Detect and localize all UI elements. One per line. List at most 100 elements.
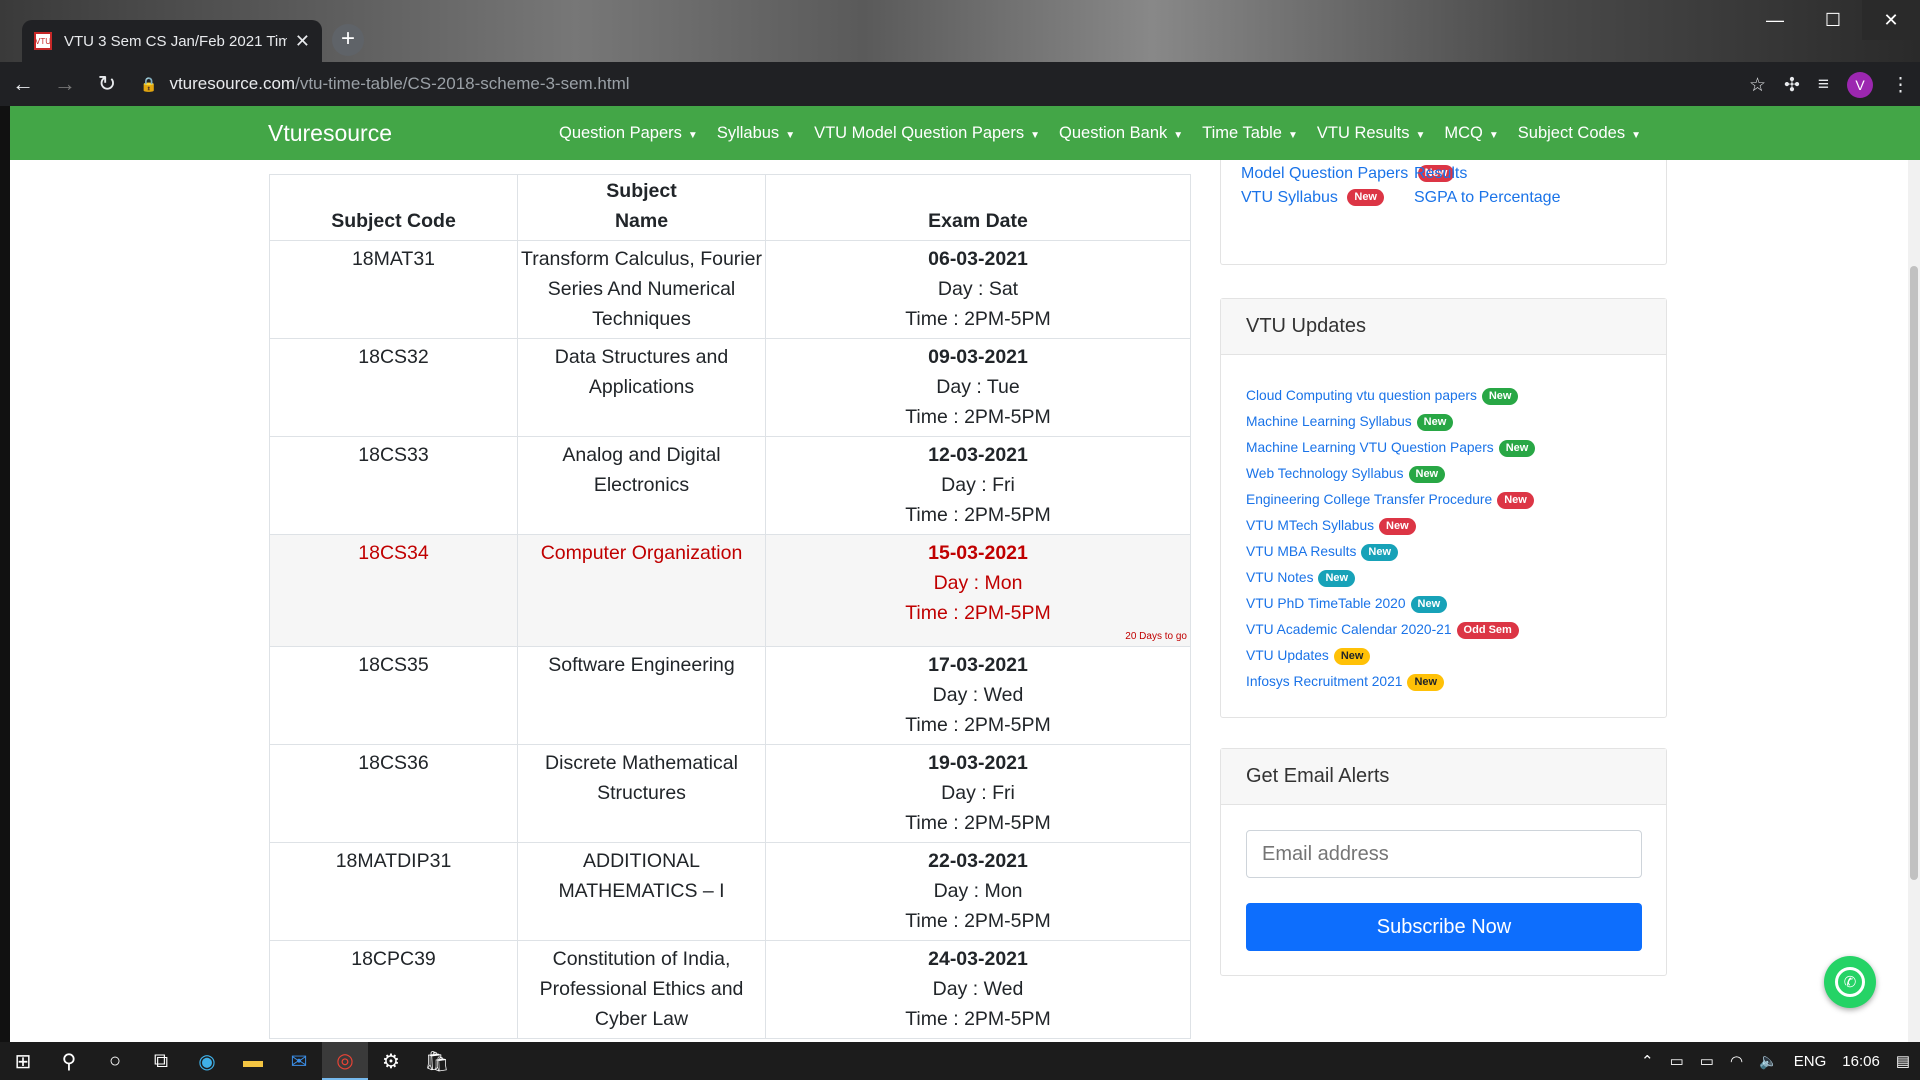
nav-menu-label: Syllabus	[716, 123, 780, 142]
forward-arrow-icon[interactable]: →	[46, 71, 84, 97]
update-link[interactable]: Web Technology Syllabus New	[1246, 461, 1641, 487]
nav-menu-item[interactable]: Time Table ▼	[1202, 124, 1298, 143]
exam-time: Time : 2PM-5PM	[905, 1008, 1051, 1030]
tray-chevron-up-icon[interactable]: ⌃	[1641, 1052, 1654, 1070]
subject-code: 18CS36	[269, 744, 518, 843]
exam-date-cell: 17-03-2021 Day : Wed Time : 2PM-5PM	[765, 646, 1191, 745]
maximize-button[interactable]: ☐	[1804, 0, 1862, 40]
update-link[interactable]: Machine Learning VTU Question Papers New	[1246, 435, 1641, 461]
update-link-label: Web Technology Syllabus	[1246, 466, 1404, 481]
update-badge: New	[1410, 595, 1448, 613]
extensions-puzzle-icon[interactable]: ✣	[1784, 74, 1800, 97]
update-link[interactable]: Machine Learning Syllabus New	[1246, 409, 1641, 435]
scrollbar-thumb[interactable]	[1910, 266, 1918, 880]
media-control-icon[interactable]: ≡	[1818, 74, 1829, 96]
browser-tab[interactable]: VTU VTU 3 Sem CS Jan/Feb 2021 Tim ✕	[22, 20, 322, 62]
browser-menu-icon[interactable]: ⋮	[1891, 74, 1910, 97]
exam-day: Day : Tue	[936, 376, 1020, 398]
exam-day: Day : Fri	[941, 474, 1015, 496]
subject-name: Discrete Mathematical Structures	[517, 744, 766, 843]
back-arrow-icon[interactable]: ←	[4, 71, 42, 97]
notifications-icon[interactable]: ▤	[1896, 1052, 1910, 1070]
exam-time: Time : 2PM-5PM	[905, 714, 1051, 736]
caret-down-icon: ▼	[1488, 129, 1499, 141]
file-explorer-icon[interactable]: ▬	[230, 1042, 276, 1080]
task-view-icon[interactable]: ⧉	[138, 1042, 184, 1080]
nav-menu-item[interactable]: VTU Results ▼	[1317, 124, 1426, 143]
update-link-label: VTU MBA Results	[1246, 544, 1357, 559]
exam-date: 09-03-2021	[928, 346, 1028, 368]
subject-code: 18CS32	[269, 338, 518, 437]
minimize-button[interactable]: —	[1746, 0, 1804, 40]
close-window-button[interactable]: ✕	[1862, 0, 1920, 40]
search-icon[interactable]: ⚲	[46, 1042, 92, 1080]
nav-menu-item[interactable]: MCQ ▼	[1444, 124, 1498, 143]
browser-tab-strip: VTU VTU 3 Sem CS Jan/Feb 2021 Tim ✕ + — …	[0, 0, 1920, 62]
subject-name: Data Structures and Applications	[517, 338, 766, 437]
new-tab-button[interactable]: +	[332, 24, 364, 56]
start-windows-icon[interactable]: ⊞	[0, 1042, 46, 1080]
update-link[interactable]: VTU Academic Calendar 2020-21 Odd Sem	[1246, 617, 1641, 643]
cortana-circle-icon[interactable]: ○	[92, 1042, 138, 1080]
settings-gear-icon[interactable]: ⚙	[368, 1042, 414, 1080]
email-field[interactable]	[1246, 830, 1642, 878]
update-link[interactable]: VTU MBA Results New	[1246, 539, 1641, 565]
bookmark-star-icon[interactable]: ☆	[1749, 74, 1766, 97]
subject-code: 18CS34	[269, 534, 518, 647]
email-alerts-title: Get Email Alerts	[1221, 749, 1666, 805]
nav-menu-item[interactable]: Syllabus ▼	[717, 124, 795, 143]
quick-link[interactable]: SGPA to Percentage	[1414, 186, 1560, 210]
volume-icon[interactable]: 🔈	[1759, 1052, 1778, 1070]
exam-day: Day : Sat	[937, 278, 1019, 300]
page-scrollbar[interactable]	[1908, 160, 1920, 1042]
exam-date-cell: 24-03-2021 Day : Wed Time : 2PM-5PM	[765, 940, 1191, 1039]
exam-date: 24-03-2021	[928, 948, 1028, 970]
nav-menu-item[interactable]: Question Papers ▼	[559, 124, 698, 143]
header-subject-code: Subject Code	[269, 174, 518, 241]
update-link[interactable]: VTU MTech Syllabus New	[1246, 513, 1641, 539]
mail-icon[interactable]: ✉	[276, 1042, 322, 1080]
update-link[interactable]: VTU Updates New	[1246, 643, 1641, 669]
battery-icon[interactable]: ▭	[1700, 1052, 1714, 1070]
caret-down-icon: ▼	[1173, 129, 1184, 141]
tab-close-icon[interactable]: ✕	[295, 31, 310, 52]
update-badge: New	[1497, 491, 1534, 509]
nav-menu-item[interactable]: VTU Model Question Papers ▼	[814, 124, 1040, 143]
chrome-icon[interactable]: ◎	[322, 1042, 368, 1080]
update-link[interactable]: Engineering College Transfer Procedure Ne…	[1246, 487, 1641, 513]
exam-date: 22-03-2021	[928, 850, 1028, 872]
quick-link-label: VTU Syllabus	[1241, 189, 1338, 206]
nav-menu-label: VTU Model Question Papers	[814, 123, 1025, 142]
windows-taskbar: ⊞ ⚲ ○ ⧉ ◉ ▬ ✉ ◎ ⚙ 🛍 ⌃ ▭ ▭ ◠ 🔈 ENG 16:06 …	[0, 1042, 1920, 1080]
update-link[interactable]: VTU PhD TimeTable 2020 New	[1246, 591, 1641, 617]
update-link[interactable]: Infosys Recruitment 2021 New	[1246, 669, 1641, 695]
nav-menu-item[interactable]: Question Bank ▼	[1059, 124, 1183, 143]
subscribe-button[interactable]: Subscribe Now	[1246, 903, 1642, 951]
system-tray: ⌃ ▭ ▭ ◠ 🔈 ENG 16:06 ▤	[1641, 1042, 1910, 1080]
exam-date-cell: 06-03-2021 Day : Sat Time : 2PM-5PM	[765, 240, 1191, 339]
clock[interactable]: 16:06	[1842, 1053, 1880, 1070]
update-link[interactable]: Cloud Computing vtu question papers New	[1246, 383, 1641, 409]
reload-icon[interactable]: ↻	[88, 71, 126, 97]
url-field[interactable]: 🔒 vturesource.com/vtu-time-table/CS-2018…	[140, 74, 630, 94]
subject-name: Analog and Digital Electronics	[517, 436, 766, 535]
language-indicator[interactable]: ENG	[1794, 1053, 1827, 1070]
update-badge: New	[1407, 673, 1445, 691]
header-exam-date: Exam Date	[765, 174, 1191, 241]
update-badge: New	[1318, 569, 1356, 587]
nav-menu-item[interactable]: Subject Codes ▼	[1518, 124, 1641, 143]
update-badge: New	[1379, 517, 1416, 535]
site-brand[interactable]: Vturesource	[268, 120, 392, 147]
subject-name: Computer Organization	[517, 534, 766, 647]
wifi-icon[interactable]: ◠	[1730, 1052, 1743, 1070]
update-link[interactable]: VTU Notes New	[1246, 565, 1641, 591]
store-bag-icon[interactable]: 🛍	[414, 1042, 460, 1080]
tray-device-icon[interactable]: ▭	[1670, 1052, 1684, 1070]
edge-browser-icon[interactable]: ◉	[184, 1042, 230, 1080]
quick-link[interactable]: Results	[1414, 162, 1560, 186]
whatsapp-chat-button[interactable]: ✆	[1824, 956, 1876, 1008]
exam-day: Day : Wed	[932, 978, 1024, 1000]
update-link-label: Infosys Recruitment 2021	[1246, 674, 1403, 689]
update-badge: New	[1498, 439, 1536, 457]
profile-avatar[interactable]: V	[1847, 72, 1873, 98]
